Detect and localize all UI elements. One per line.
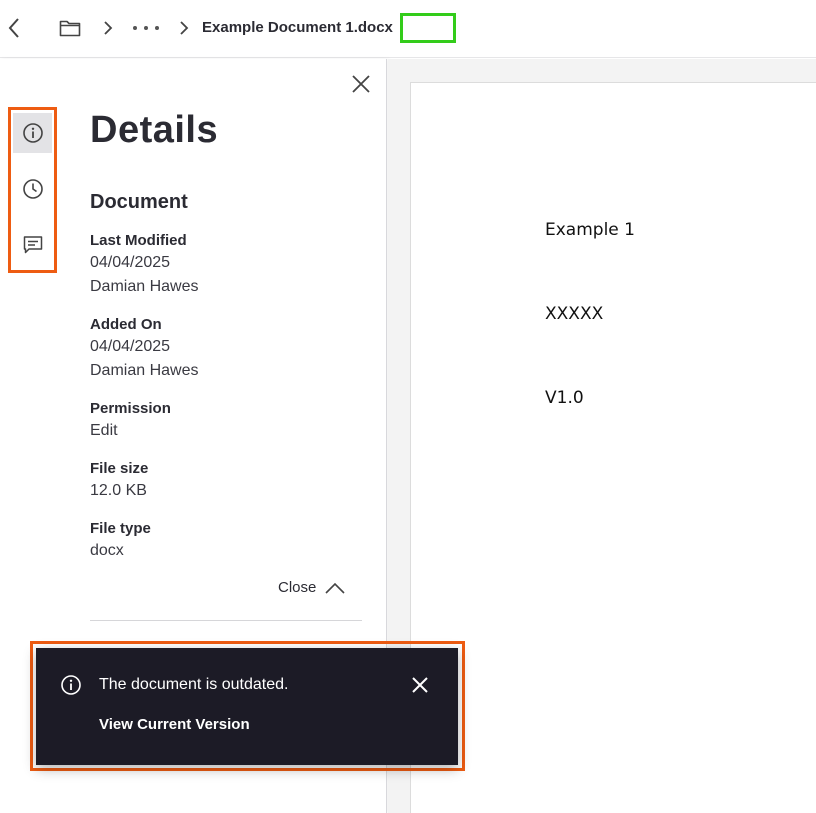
- toast-message: The document is outdated.: [99, 676, 289, 693]
- folder-button[interactable]: [58, 16, 82, 40]
- highlight-box: [400, 13, 456, 43]
- info-icon: [22, 123, 43, 143]
- rail-history-button[interactable]: [13, 169, 52, 209]
- side-rail: [8, 107, 57, 273]
- rail-info-button[interactable]: [13, 113, 52, 153]
- field-value-last-modified-user: Damian Hawes: [90, 278, 199, 295]
- field-label-added-on: Added On: [90, 316, 162, 333]
- document-line: Example 1: [545, 220, 635, 240]
- divider: [90, 620, 362, 621]
- field-value-last-modified-date: 04/04/2025: [90, 254, 171, 271]
- clock-icon: [22, 179, 43, 199]
- chevron-up-icon: [325, 582, 345, 594]
- field-value-permission: Edit: [90, 422, 118, 439]
- field-value-added-on-date: 04/04/2025: [90, 338, 171, 355]
- folder-icon: [59, 20, 81, 37]
- field-value-file-size: 12.0 KB: [90, 482, 147, 499]
- field-value-added-on-user: Damian Hawes: [90, 362, 199, 379]
- field-label-file-type: File type: [90, 520, 151, 537]
- breadcrumb-current: Example Document 1.docx: [202, 19, 393, 36]
- chevron-right-icon: [104, 21, 113, 35]
- chevron-left-icon: [8, 18, 19, 38]
- field-label-file-size: File size: [90, 460, 149, 477]
- document-line: XXXXX: [545, 304, 604, 324]
- section-title: Document: [90, 191, 188, 213]
- view-current-version-link[interactable]: View Current Version: [99, 716, 250, 733]
- field-value-file-type: docx: [90, 542, 124, 559]
- toast-close-button[interactable]: [410, 675, 430, 695]
- document-page: Example 1 XXXXX V1.0: [410, 82, 816, 813]
- comment-icon: [23, 236, 42, 254]
- collapse-details-button[interactable]: Close: [278, 579, 346, 596]
- chevron-right-icon: [180, 21, 189, 35]
- more-icon[interactable]: [133, 20, 159, 36]
- outdated-toast: The document is outdated. View Current V…: [36, 648, 458, 765]
- close-panel-button[interactable]: [350, 73, 372, 95]
- info-icon: [61, 675, 81, 695]
- field-label-permission: Permission: [90, 400, 171, 417]
- top-bar: Example Document 1.docx: [0, 0, 816, 58]
- close-icon: [352, 75, 370, 93]
- close-icon: [412, 677, 428, 693]
- document-line: V1.0: [545, 388, 584, 408]
- panel-title: Details: [90, 109, 219, 151]
- collapse-label: Close: [278, 579, 317, 596]
- back-button[interactable]: [2, 12, 26, 44]
- rail-comments-button[interactable]: [13, 225, 52, 265]
- field-label-last-modified: Last Modified: [90, 232, 187, 249]
